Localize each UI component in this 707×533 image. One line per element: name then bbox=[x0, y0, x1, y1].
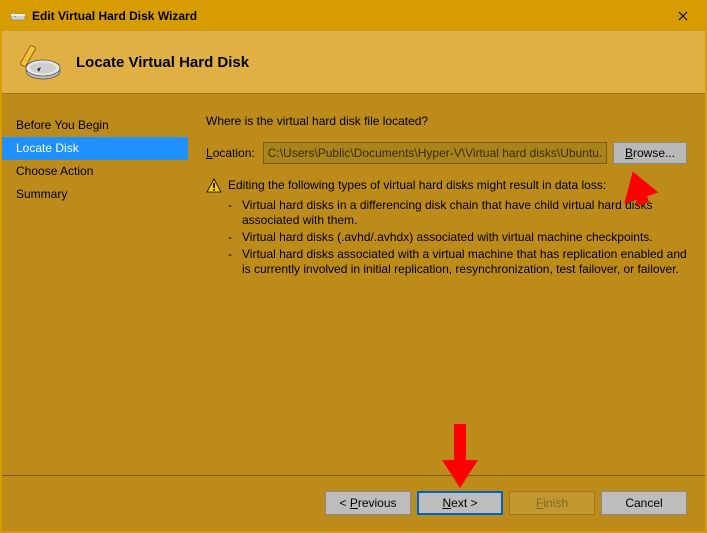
bullet-item: Virtual hard disks in a differencing dis… bbox=[228, 198, 687, 228]
wizard-header: Locate Virtual Hard Disk bbox=[2, 30, 705, 94]
titlebar: Edit Virtual Hard Disk Wizard bbox=[2, 2, 705, 30]
warning-bullets: Virtual hard disks in a differencing dis… bbox=[228, 198, 687, 277]
location-input[interactable] bbox=[263, 142, 607, 164]
sidebar-step-summary[interactable]: Summary bbox=[2, 183, 188, 206]
close-button[interactable] bbox=[661, 2, 705, 30]
warning-icon bbox=[206, 178, 222, 194]
sidebar-step-locate-disk[interactable]: Locate Disk bbox=[2, 137, 188, 160]
finish-button: Finish bbox=[509, 491, 595, 515]
page-title: Locate Virtual Hard Disk bbox=[76, 54, 249, 71]
wizard-header-icon bbox=[20, 41, 62, 83]
question-text: Where is the virtual hard disk file loca… bbox=[206, 114, 687, 128]
wizard-footer: < Previous Next > Finish Cancel bbox=[2, 475, 705, 530]
previous-button[interactable]: < Previous bbox=[325, 491, 411, 515]
sidebar-step-choose-action[interactable]: Choose Action bbox=[2, 160, 188, 183]
location-row: Location: Browse... bbox=[206, 142, 687, 164]
window-title: Edit Virtual Hard Disk Wizard bbox=[32, 9, 661, 23]
warning-text: Editing the following types of virtual h… bbox=[228, 178, 606, 192]
cancel-button[interactable]: Cancel bbox=[601, 491, 687, 515]
close-icon bbox=[678, 11, 688, 21]
sidebar-step-before-you-begin[interactable]: Before You Begin bbox=[2, 114, 188, 137]
browse-button[interactable]: Browse... bbox=[613, 142, 687, 164]
bullet-item: Virtual hard disks (.avhd/.avhdx) associ… bbox=[228, 230, 687, 245]
wizard-content: Where is the virtual hard disk file loca… bbox=[188, 94, 705, 475]
sidebar: Before You Begin Locate Disk Choose Acti… bbox=[2, 94, 188, 475]
app-icon bbox=[10, 8, 26, 24]
location-label: Location: bbox=[206, 146, 255, 160]
wizard-body: Before You Begin Locate Disk Choose Acti… bbox=[2, 94, 705, 475]
warning-row: Editing the following types of virtual h… bbox=[206, 178, 687, 194]
bullet-item: Virtual hard disks associated with a vir… bbox=[228, 247, 687, 277]
next-button[interactable]: Next > bbox=[417, 491, 503, 515]
wizard-window: Edit Virtual Hard Disk Wizard Locate Vir… bbox=[0, 0, 707, 533]
